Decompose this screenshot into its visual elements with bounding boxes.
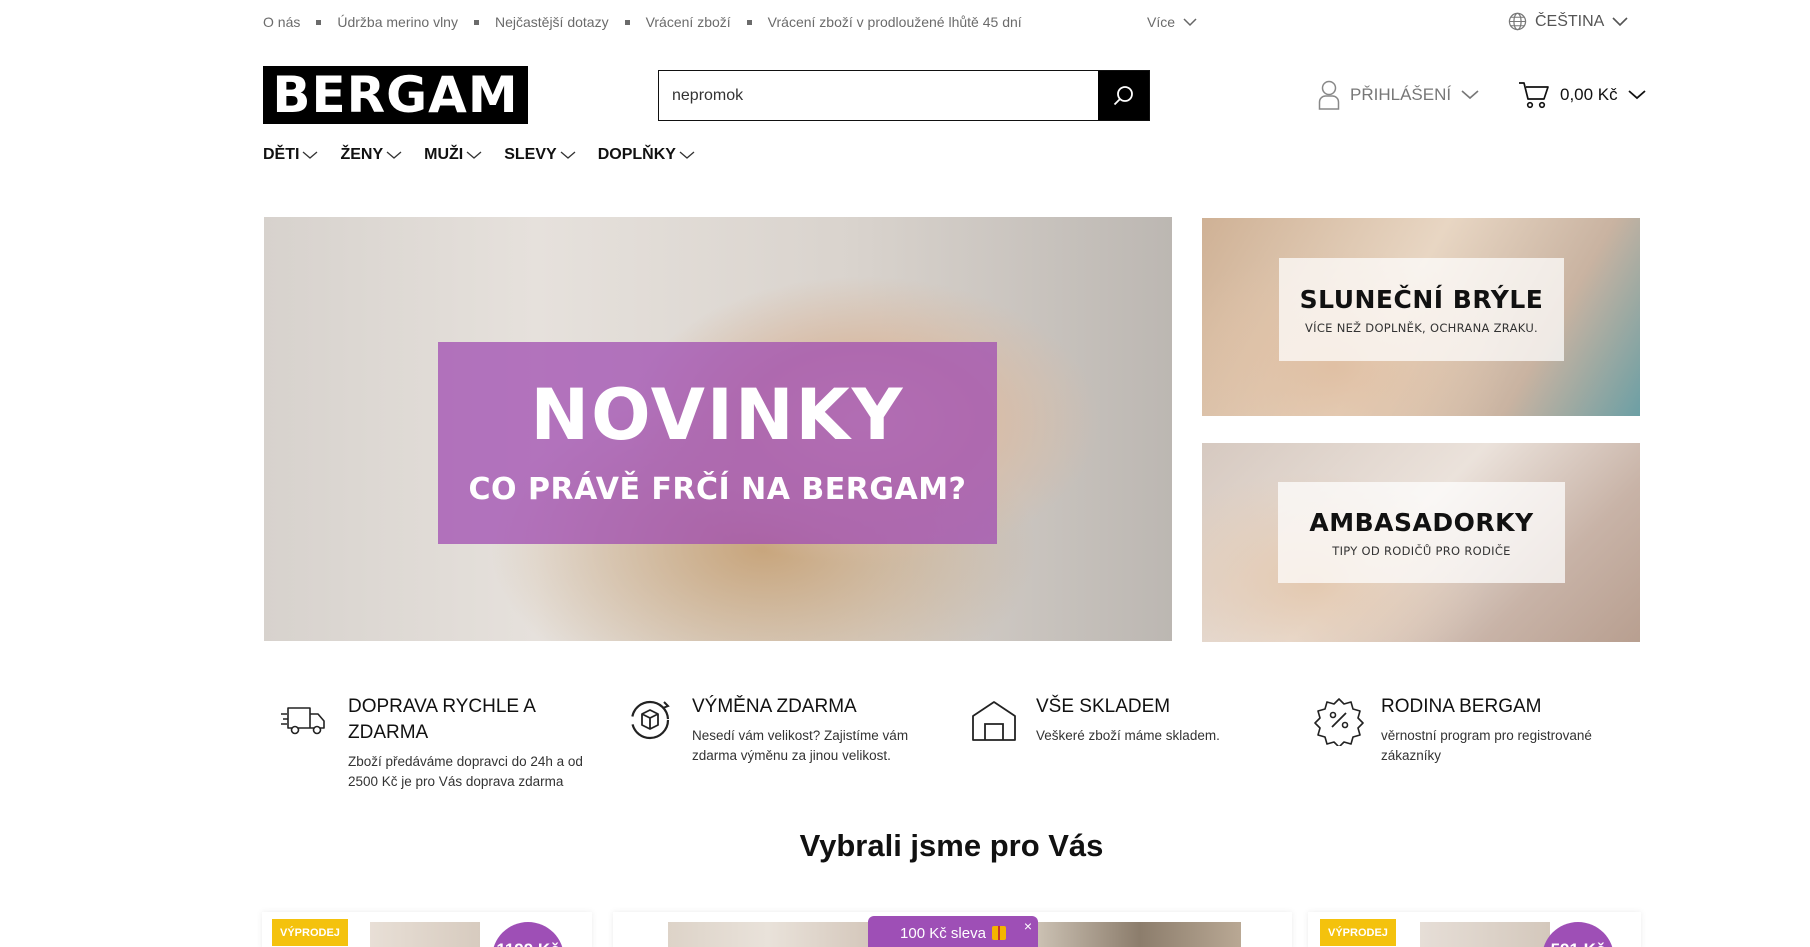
promo-title: AMBASADORKY	[1309, 507, 1534, 537]
recommended-section-title: Vybrali jsme pro Vás	[799, 828, 1104, 863]
benefit-title: VŠE SKLADEM	[1036, 696, 1171, 717]
sale-badge: VÝPRODEJ	[272, 919, 348, 946]
close-icon[interactable]: ×	[1024, 918, 1032, 934]
toplink-faq[interactable]: Nejčastější dotazy	[495, 14, 609, 30]
hero-banner-new-arrivals[interactable]: NOVINKY CO PRÁVĚ FRČÍ NA BERGAM?	[264, 217, 1172, 641]
nav-item-kids[interactable]: DĚTI	[263, 146, 318, 164]
account-menu[interactable]: PŘIHLÁŠENÍ	[1318, 80, 1479, 110]
top-links: O nás Údržba merino vlny Nejčastější dot…	[263, 14, 1022, 30]
link-separator	[473, 19, 479, 25]
promo-subtitle: VÍCE NEŽ DOPLNĚK, OCHRANA ZRAKU.	[1304, 320, 1538, 335]
toplink-merino-care[interactable]: Údržba merino vlny	[337, 14, 458, 30]
top-info-bar: O nás Údržba merino vlny Nejčastější dot…	[263, 0, 1640, 46]
cart-button[interactable]: 0,00 Kč	[1518, 80, 1646, 110]
toplink-extended-returns[interactable]: Vrácení zboží v prodloužené lhůtě 45 dní	[768, 14, 1022, 30]
promo-subtitle: TIPY OD RODIČŮ PRO RODIČE	[1332, 543, 1511, 558]
promo-banner-ambassadors[interactable]: AMBASADORKY TIPY OD RODIČŮ PRO RODIČE	[1202, 443, 1640, 642]
user-icon	[1318, 80, 1340, 110]
nav-item-label: DOPLŇKY	[597, 146, 676, 163]
hero-overlay: NOVINKY CO PRÁVĚ FRČÍ NA BERGAM?	[438, 342, 997, 544]
product-image[interactable]	[668, 922, 868, 947]
benefit-title: VÝMĚNA ZDARMA	[692, 696, 857, 717]
hero-title: NOVINKY	[530, 373, 905, 456]
benefit-loyalty: RODINA BERGAM věrnostní program pro regi…	[1313, 694, 1592, 766]
toplink-about[interactable]: O nás	[263, 14, 300, 30]
chevron-down-icon	[1183, 17, 1197, 26]
sale-badge: VÝPRODEJ	[1320, 919, 1396, 946]
promo-box: SLUNEČNÍ BRÝLE VÍCE NEŽ DOPLNĚK, OCHRANA…	[1279, 258, 1564, 361]
exchange-box-icon	[630, 700, 670, 740]
product-image[interactable]	[1038, 922, 1241, 947]
chevron-down-icon	[303, 151, 318, 159]
link-separator	[624, 19, 630, 25]
nav-item-label: DĚTI	[263, 146, 300, 163]
delivery-truck-icon	[281, 707, 325, 735]
nav-item-label: MUŽI	[424, 146, 464, 163]
chevron-down-icon	[1628, 90, 1646, 100]
chevron-down-icon	[1612, 16, 1628, 26]
benefit-delivery: DOPRAVA RYCHLE A ZDARMA Zboží předáváme …	[280, 694, 583, 792]
nav-item-accessories[interactable]: DOPLŇKY	[598, 146, 695, 164]
benefit-title: ZDARMA	[348, 722, 429, 743]
benefit-text: Zboží předáváme dopravci do 24h a od 2500…	[348, 754, 583, 789]
hero-subtitle: CO PRÁVĚ FRČÍ NA BERGAM?	[468, 471, 967, 507]
bergam-logo[interactable]: BERGAM	[263, 66, 528, 124]
discount-label: 100 Kč sleva	[900, 924, 986, 942]
benefit-title: RODINA BERGAM	[1381, 696, 1542, 717]
benefit-in-stock: VŠE SKLADEM Veškeré zboží máme skladem.	[968, 694, 1220, 746]
globe-icon	[1508, 12, 1527, 31]
benefit-text: Veškeré zboží máme skladem.	[1036, 728, 1220, 743]
cart-icon	[1519, 82, 1549, 109]
discount-badge-icon	[1314, 698, 1364, 746]
language-label: ČEŠTINA	[1535, 12, 1605, 30]
toplink-returns[interactable]: Vrácení zboží	[646, 14, 731, 30]
benefit-text: věrnostní program pro registrované zákazn…	[1381, 728, 1592, 763]
search-icon	[1113, 85, 1133, 105]
chevron-down-icon	[466, 151, 482, 159]
benefit-text: Nesedí vám velikost? Zajistíme vám zdarma…	[692, 728, 909, 763]
nav-item-women[interactable]: ŽENY	[340, 146, 402, 164]
promo-box: AMBASADORKY TIPY OD RODIČŮ PRO RODIČE	[1278, 482, 1565, 583]
link-separator	[746, 19, 752, 25]
link-separator	[316, 19, 322, 25]
nav-item-label: ŽENY	[340, 146, 384, 163]
search-bar	[658, 70, 1150, 121]
main-nav: DĚTI ŽENY MUŽI SLEVY DOPLŇKY	[263, 146, 695, 164]
search-input[interactable]	[659, 71, 1098, 120]
warehouse-icon	[972, 701, 1016, 741]
cart-total: 0,00 Kč	[1560, 85, 1618, 104]
chevron-down-icon	[386, 151, 402, 159]
chevron-down-icon	[1461, 90, 1479, 100]
discount-tab[interactable]: 100 Kč sleva ×	[868, 916, 1038, 947]
gift-icon	[991, 926, 1006, 940]
chevron-down-icon	[679, 151, 695, 159]
product-image[interactable]	[370, 922, 480, 947]
more-menu[interactable]: Více	[1147, 14, 1197, 30]
nav-item-men[interactable]: MUŽI	[424, 146, 482, 164]
nav-item-label: SLEVY	[504, 146, 557, 163]
language-selector[interactable]: ČEŠTINA	[1508, 12, 1628, 31]
promo-banner-sunglasses[interactable]: SLUNEČNÍ BRÝLE VÍCE NEŽ DOPLNĚK, OCHRANA…	[1202, 218, 1640, 416]
benefit-exchange: VÝMĚNA ZDARMA Nesedí vám velikost? Zajis…	[624, 694, 908, 766]
chevron-down-icon	[560, 151, 576, 159]
nav-item-sale[interactable]: SLEVY	[504, 146, 576, 164]
product-image[interactable]	[1420, 922, 1550, 947]
search-button[interactable]	[1098, 71, 1149, 120]
account-label: PŘIHLÁŠENÍ	[1350, 85, 1452, 104]
more-label: Více	[1147, 14, 1176, 30]
promo-title: SLUNEČNÍ BRÝLE	[1299, 284, 1544, 314]
benefit-title: DOPRAVA RYCHLE A	[348, 696, 536, 717]
